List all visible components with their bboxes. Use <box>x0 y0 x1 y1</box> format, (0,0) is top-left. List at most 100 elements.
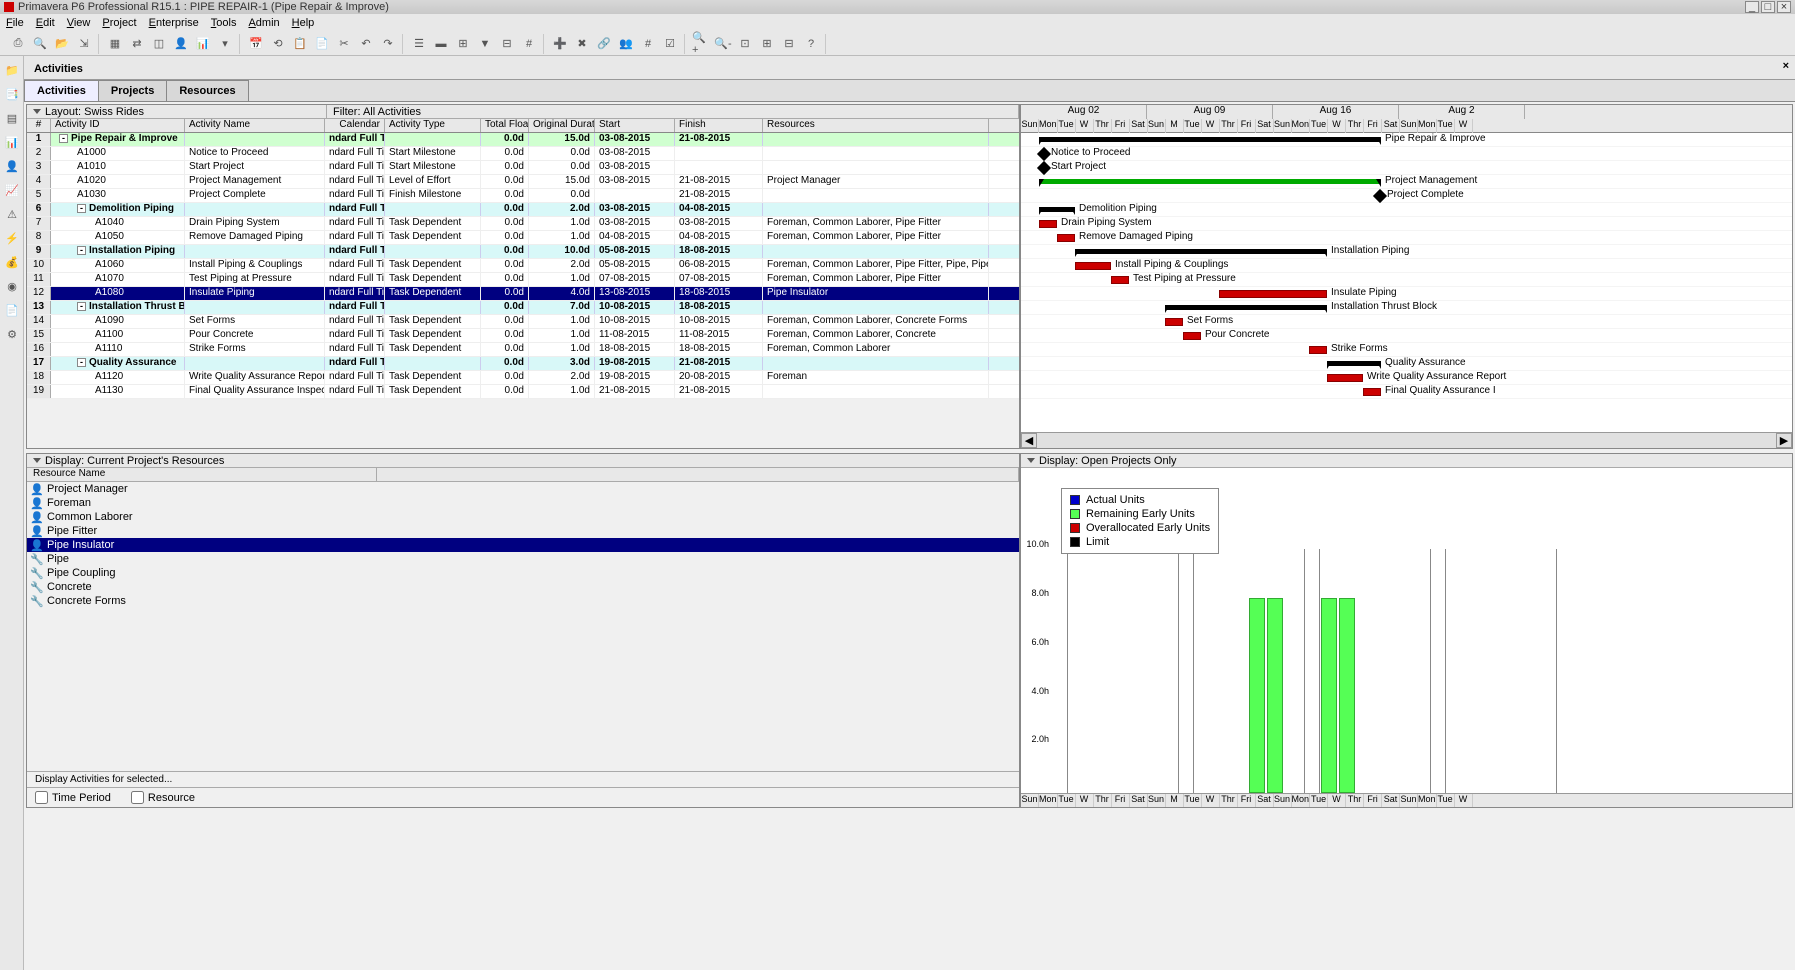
profile-icon[interactable]: 📊 <box>193 34 213 54</box>
assign-icon[interactable]: 👥 <box>616 34 636 54</box>
resource-item[interactable]: 🔧Concrete Forms <box>27 594 1019 608</box>
filter-selector[interactable]: Filter: All Activities <box>327 105 1019 118</box>
zoomin-icon[interactable]: 🔍+ <box>691 34 711 54</box>
tracking-icon[interactable]: 📈 <box>2 180 22 200</box>
time-period-checkbox[interactable]: Time Period <box>35 791 111 804</box>
col-activity-id[interactable]: Activity ID <box>51 119 185 132</box>
menu-project[interactable]: Project <box>102 17 136 29</box>
gantt-bar[interactable] <box>1183 332 1201 340</box>
table-row[interactable]: 3A1010Start Projectndard Full TimeStart … <box>27 161 1019 175</box>
schedule-icon[interactable]: 📅 <box>246 34 266 54</box>
col-activity-type[interactable]: Activity Type <box>385 119 481 132</box>
add-icon[interactable]: ➕ <box>550 34 570 54</box>
gantt-bar[interactable] <box>1037 161 1051 175</box>
view-close-icon[interactable]: × <box>1783 60 1789 72</box>
risks-icon[interactable]: ⚡ <box>2 228 22 248</box>
reports-icon[interactable]: 📊 <box>2 132 22 152</box>
docs-icon[interactable]: 📄 <box>2 300 22 320</box>
gantt-bar[interactable] <box>1075 262 1111 270</box>
timescale-icon[interactable]: ⊞ <box>453 34 473 54</box>
resource-list[interactable]: 👤Project Manager👤Foreman👤Common Laborer👤… <box>27 482 1019 771</box>
minimize-button[interactable]: _ <box>1745 1 1759 13</box>
resource-item[interactable]: 👤Foreman <box>27 496 1019 510</box>
table-row[interactable]: 5A1030Project Completendard Full TimeFin… <box>27 189 1019 203</box>
gantt-bar[interactable] <box>1039 179 1381 184</box>
col-start[interactable]: Start <box>595 119 675 132</box>
menu-tools[interactable]: Tools <box>211 17 237 29</box>
table-row[interactable]: 2A1000Notice to Proceedndard Full TimeSt… <box>27 147 1019 161</box>
issues-icon[interactable]: ⚠ <box>2 204 22 224</box>
table-row[interactable]: 18A1120Write Quality Assurance Reportnda… <box>27 371 1019 385</box>
col-finish[interactable]: Finish <box>675 119 763 132</box>
resource-item[interactable]: 👤Project Manager <box>27 482 1019 496</box>
gantt-chart[interactable]: Aug 02Aug 09Aug 16Aug 2SunMonTueWThrFriS… <box>1021 105 1792 448</box>
cut-icon[interactable]: ✂ <box>334 34 354 54</box>
gantt-hscroll[interactable]: ◀▶ <box>1021 432 1792 448</box>
thresholds-icon[interactable]: ◉ <box>2 276 22 296</box>
resource-display-selector[interactable]: Display: Current Project's Resources <box>27 454 1019 468</box>
activities-icon[interactable]: ▤ <box>2 108 22 128</box>
tab-resources[interactable]: Resources <box>166 80 248 101</box>
menu-enterprise[interactable]: Enterprise <box>149 17 199 29</box>
gantt-bar[interactable] <box>1165 305 1327 310</box>
steps-icon[interactable]: ☑ <box>660 34 680 54</box>
gantt-bar[interactable] <box>1111 276 1129 284</box>
gantt-bar[interactable] <box>1373 189 1387 203</box>
admin-icon[interactable]: ⚙ <box>2 324 22 344</box>
collapse-icon[interactable]: ⊟ <box>779 34 799 54</box>
table-row[interactable]: 6-Demolition Pipingndard Full Time0.0d2.… <box>27 203 1019 217</box>
table-row[interactable]: 17-Quality Assurancendard Full Time0.0d3… <box>27 357 1019 371</box>
gantt-bar[interactable] <box>1327 361 1381 366</box>
gantt-icon[interactable]: ⇄ <box>127 34 147 54</box>
menu-file[interactable]: File <box>6 17 24 29</box>
resource-item[interactable]: 👤Common Laborer <box>27 510 1019 524</box>
table-row[interactable]: 12A1080Insulate Pipingndard Full TimeTas… <box>27 287 1019 301</box>
resource-item[interactable]: 👤Pipe Fitter <box>27 524 1019 538</box>
col-total-float[interactable]: Total Float <box>481 119 529 132</box>
histogram-bar[interactable] <box>1339 598 1355 793</box>
col-orig-duration[interactable]: Original Duration <box>529 119 595 132</box>
histogram-bar[interactable] <box>1321 598 1337 793</box>
histogram-bar[interactable] <box>1267 598 1283 793</box>
gantt-bar[interactable] <box>1219 290 1327 298</box>
zoomout-icon[interactable]: 🔍- <box>713 34 733 54</box>
grid-body[interactable]: 1-Pipe Repair & Improvendard Full Time0.… <box>27 133 1019 448</box>
resources-icon[interactable]: 👤 <box>2 156 22 176</box>
expander-icon[interactable]: - <box>77 302 86 311</box>
resource-item[interactable]: 🔧Concrete <box>27 580 1019 594</box>
more-icon[interactable]: ▾ <box>215 34 235 54</box>
link-icon[interactable]: 🔗 <box>594 34 614 54</box>
histogram-bar[interactable] <box>1249 598 1265 793</box>
expenses-icon[interactable]: 💰 <box>2 252 22 272</box>
fit-icon[interactable]: ⊡ <box>735 34 755 54</box>
table-row[interactable]: 4A1020Project Managementndard Full TimeL… <box>27 175 1019 189</box>
resource-item[interactable]: 🔧Pipe <box>27 552 1019 566</box>
expander-icon[interactable]: - <box>77 204 86 213</box>
delete-icon[interactable]: ✖ <box>572 34 592 54</box>
resource-name-header[interactable]: Resource Name <box>27 468 377 481</box>
col-number[interactable]: # <box>27 119 51 132</box>
histogram-display-selector[interactable]: Display: Open Projects Only <box>1021 454 1792 468</box>
menu-admin[interactable]: Admin <box>248 17 279 29</box>
projects-icon[interactable]: 📁 <box>2 60 22 80</box>
copy-icon[interactable]: 📋 <box>290 34 310 54</box>
help-icon[interactable]: ? <box>801 34 821 54</box>
gantt-bar[interactable] <box>1327 374 1363 382</box>
maximize-button[interactable]: □ <box>1761 1 1775 13</box>
expand-icon[interactable]: ⊞ <box>757 34 777 54</box>
table-icon[interactable]: ▦ <box>105 34 125 54</box>
expander-icon[interactable]: - <box>59 134 68 143</box>
table-row[interactable]: 13-Installation Thrust Blockndard Full T… <box>27 301 1019 315</box>
tab-activities[interactable]: Activities <box>24 80 99 101</box>
resource-checkbox[interactable]: Resource <box>131 791 195 804</box>
gantt-bar[interactable] <box>1057 234 1075 242</box>
col-resources[interactable]: Resources <box>763 119 989 132</box>
table-row[interactable]: 8A1050Remove Damaged Pipingndard Full Ti… <box>27 231 1019 245</box>
bars-icon[interactable]: ▬ <box>431 34 451 54</box>
level-icon[interactable]: ⟲ <box>268 34 288 54</box>
gantt-body[interactable]: Pipe Repair & ImproveNotice to ProceedSt… <box>1021 133 1792 432</box>
table-row[interactable]: 15A1100Pour Concretendard Full TimeTask … <box>27 329 1019 343</box>
sort-icon[interactable]: # <box>519 34 539 54</box>
menu-edit[interactable]: Edit <box>36 17 55 29</box>
columns-icon[interactable]: ☰ <box>409 34 429 54</box>
